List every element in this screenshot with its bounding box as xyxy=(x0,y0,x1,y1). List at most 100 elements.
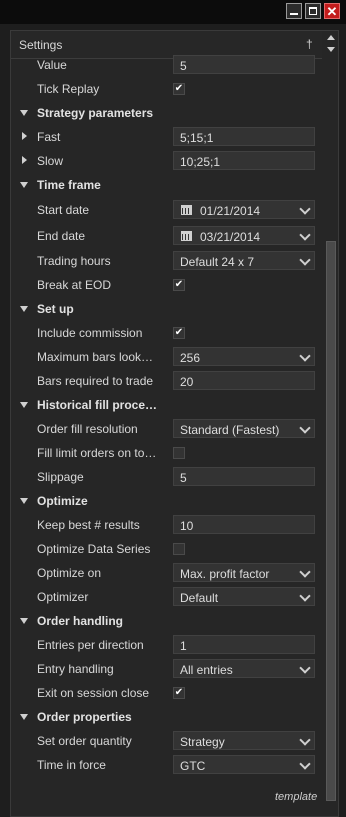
property-row-exit-on-session-close: Exit on session close ✔ xyxy=(11,681,321,705)
settings-panel: Settings † Value 5 Tick Replay ✔ Strateg… xyxy=(10,30,339,817)
keep-best-input[interactable]: 10 xyxy=(173,515,315,534)
end-date-picker[interactable]: 03/21/2014 xyxy=(173,226,315,245)
property-row-trading-hours: Trading hours Default 24 x 7 xyxy=(11,249,321,273)
collapse-icon[interactable] xyxy=(20,618,28,624)
property-row-end-date: End date 03/21/2014 xyxy=(11,224,321,248)
property-label: Start date xyxy=(37,203,90,217)
category-set-up[interactable]: Set up xyxy=(11,297,321,321)
property-label: Value xyxy=(37,58,67,72)
property-label: Optimize on xyxy=(37,566,102,580)
chevron-down-icon[interactable] xyxy=(299,758,311,770)
collapse-icon[interactable] xyxy=(20,110,28,116)
property-label: Time in force xyxy=(37,758,106,772)
scrollbar[interactable] xyxy=(326,61,336,808)
slow-input[interactable]: 10;25;1 xyxy=(173,151,315,170)
property-row-optimize-on: Optimize on Max. profit factor xyxy=(11,561,321,585)
input-value: Default xyxy=(180,591,219,605)
property-row-optimizer: Optimizer Default xyxy=(11,585,321,609)
property-row-order-fill-resolution: Order fill resolution Standard (Fastest) xyxy=(11,417,321,441)
maximize-button[interactable] xyxy=(305,3,321,19)
category-order-properties[interactable]: Order properties xyxy=(11,705,321,729)
optimize-on-select[interactable]: Max. profit factor xyxy=(173,563,315,582)
collapse-icon[interactable] xyxy=(20,498,28,504)
property-row-start-date: Start date 01/21/2014 xyxy=(11,198,321,222)
input-value: 20 xyxy=(180,375,194,389)
slippage-input[interactable]: 5 xyxy=(173,467,315,486)
chevron-down-icon[interactable] xyxy=(299,350,311,362)
chevron-down-icon[interactable] xyxy=(299,203,311,215)
tick-replay-checkbox[interactable]: ✔ xyxy=(173,83,185,95)
time-in-force-select[interactable]: GTC xyxy=(173,755,315,774)
optimizer-select[interactable]: Default xyxy=(173,587,315,606)
fast-input[interactable]: 5;15;1 xyxy=(173,127,315,146)
break-at-eod-checkbox[interactable]: ✔ xyxy=(173,279,185,291)
value-input[interactable]: 5 xyxy=(173,55,315,74)
entries-per-direction-input[interactable]: 1 xyxy=(173,635,315,654)
property-label: Keep best # results xyxy=(37,518,140,532)
input-value: 5 xyxy=(180,471,187,485)
property-row-break-at-eod: Break at EOD ✔ xyxy=(11,273,321,297)
maximize-icon xyxy=(309,7,317,15)
bars-required-input[interactable]: 20 xyxy=(173,371,315,390)
property-label: Optimizer xyxy=(37,590,89,604)
input-value: 10 xyxy=(180,519,194,533)
order-fill-resolution-select[interactable]: Standard (Fastest) xyxy=(173,419,315,438)
trading-hours-select[interactable]: Default 24 x 7 xyxy=(173,251,315,270)
property-row-keep-best: Keep best # results 10 xyxy=(11,513,321,537)
template-link[interactable]: template xyxy=(275,791,317,803)
input-value: 03/21/2014 xyxy=(200,230,261,244)
property-row-include-commission: Include commission ✔ xyxy=(11,321,321,345)
input-value: 10;25;1 xyxy=(180,155,221,169)
property-label: Entries per direction xyxy=(37,638,144,652)
chevron-down-icon[interactable] xyxy=(299,590,311,602)
close-icon: ✕ xyxy=(326,4,338,19)
chevron-down-icon[interactable] xyxy=(299,254,311,266)
fill-limit-orders-checkbox[interactable] xyxy=(173,447,185,459)
property-label: Bars required to trade xyxy=(37,374,154,388)
optimize-data-series-checkbox[interactable] xyxy=(173,543,185,555)
property-row-slow: Slow 10;25;1 xyxy=(11,149,321,173)
property-row-entry-handling: Entry handling All entries xyxy=(11,657,321,681)
collapse-icon[interactable] xyxy=(20,714,28,720)
max-bars-lookback-select[interactable]: 256 xyxy=(173,347,315,366)
category-optimize[interactable]: Optimize xyxy=(11,489,321,513)
property-label: Break at EOD xyxy=(37,278,112,292)
scroll-up-icon[interactable] xyxy=(327,35,335,40)
chevron-down-icon[interactable] xyxy=(299,229,311,241)
collapse-icon[interactable] xyxy=(20,306,28,312)
category-order-handling[interactable]: Order handling xyxy=(11,609,321,633)
scrollbar-thumb[interactable] xyxy=(326,241,336,801)
collapse-icon[interactable] xyxy=(20,402,28,408)
set-order-quantity-select[interactable]: Strategy xyxy=(173,731,315,750)
start-date-picker[interactable]: 01/21/2014 xyxy=(173,200,315,219)
minimize-button[interactable] xyxy=(286,3,302,19)
expand-icon[interactable] xyxy=(22,132,27,140)
scroll-buttons xyxy=(324,31,338,58)
calendar-icon xyxy=(181,231,192,241)
input-value: 5 xyxy=(180,59,187,73)
category-time-frame[interactable]: Time frame xyxy=(11,173,321,197)
property-label: Fast xyxy=(37,130,61,144)
property-row-entries-per-direction: Entries per direction 1 xyxy=(11,633,321,657)
collapse-icon[interactable] xyxy=(20,182,28,188)
chevron-down-icon[interactable] xyxy=(299,734,311,746)
property-row-time-in-force: Time in force GTC xyxy=(11,753,321,777)
category-strategy-parameters[interactable]: Strategy parameters xyxy=(11,101,321,125)
chevron-down-icon[interactable] xyxy=(299,662,311,674)
entry-handling-select[interactable]: All entries xyxy=(173,659,315,678)
panel-title: Settings xyxy=(19,38,63,52)
exit-on-session-close-checkbox[interactable]: ✔ xyxy=(173,687,185,699)
scroll-down-icon[interactable] xyxy=(327,47,335,52)
property-label: Slow xyxy=(37,154,64,168)
chevron-down-icon[interactable] xyxy=(299,422,311,434)
category-label: Optimize xyxy=(37,494,88,508)
pin-icon[interactable]: † xyxy=(306,37,313,51)
expand-icon[interactable] xyxy=(22,156,27,164)
category-historical-fill[interactable]: Historical fill proce… xyxy=(11,393,321,417)
include-commission-checkbox[interactable]: ✔ xyxy=(173,327,185,339)
property-row-max-bars-lookback: Maximum bars look… 256 xyxy=(11,345,321,369)
input-value: Strategy xyxy=(180,735,225,749)
chevron-down-icon[interactable] xyxy=(299,566,311,578)
minimize-icon xyxy=(290,13,298,15)
close-button[interactable]: ✕ xyxy=(324,3,340,19)
